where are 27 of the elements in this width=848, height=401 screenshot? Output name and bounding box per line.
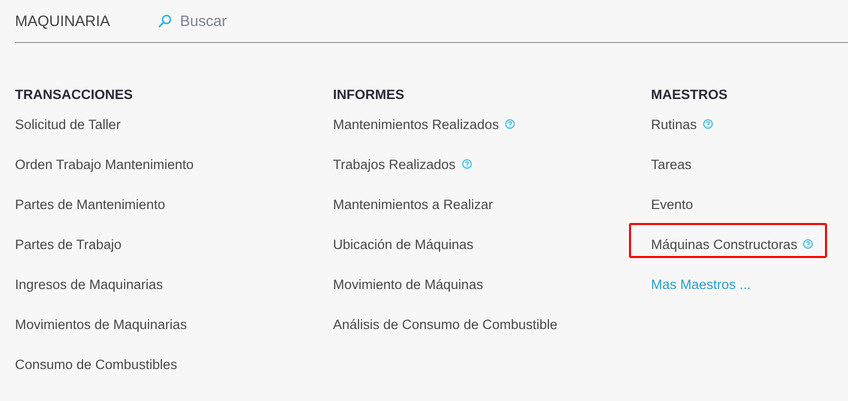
menu-link[interactable]: Análisis de Consumo de Combustible	[333, 316, 558, 332]
menu-link[interactable]: Máquinas Constructoras	[651, 236, 798, 252]
help-icon[interactable]	[504, 119, 515, 129]
section-title: MAQUINARIA	[15, 12, 110, 30]
column-heading: TRANSACCIONES	[15, 86, 134, 103]
menu-link[interactable]: Mantenimientos Realizados	[333, 116, 499, 132]
menu-link[interactable]: Consumo de Combustibles	[15, 356, 178, 372]
help-icon[interactable]	[803, 239, 814, 249]
help-icon[interactable]	[702, 119, 713, 129]
help-icon[interactable]	[462, 159, 472, 169]
menu-link[interactable]: Partes de Mantenimiento	[15, 196, 166, 212]
menu-link[interactable]: Orden Trabajo Mantenimiento	[15, 156, 194, 172]
menu-link[interactable]: Partes de Trabajo	[15, 236, 122, 252]
menu-link[interactable]: Ingresos de Maquinarias	[15, 276, 163, 292]
menu-link[interactable]: Rutinas	[651, 116, 697, 132]
column-heading: INFORMES	[333, 86, 406, 103]
menu-link[interactable]: Mantenimientos a Realizar	[333, 196, 493, 212]
menu-link[interactable]: Movimientos de Maquinarias	[15, 316, 187, 332]
menu-link[interactable]: Tareas	[651, 156, 692, 172]
column-heading: MAESTROS	[651, 86, 729, 103]
menu-link[interactable]: Ubicación de Máquinas	[333, 236, 474, 252]
menu-link[interactable]: Evento	[651, 196, 694, 212]
search-field[interactable]: Buscar	[180, 12, 300, 30]
menu-link[interactable]: Trabajos Realizados	[333, 156, 456, 172]
search-icon	[158, 14, 172, 28]
menu-link[interactable]: Movimiento de Máquinas	[333, 276, 484, 292]
menu-link[interactable]: Solicitud de Taller	[15, 116, 121, 132]
